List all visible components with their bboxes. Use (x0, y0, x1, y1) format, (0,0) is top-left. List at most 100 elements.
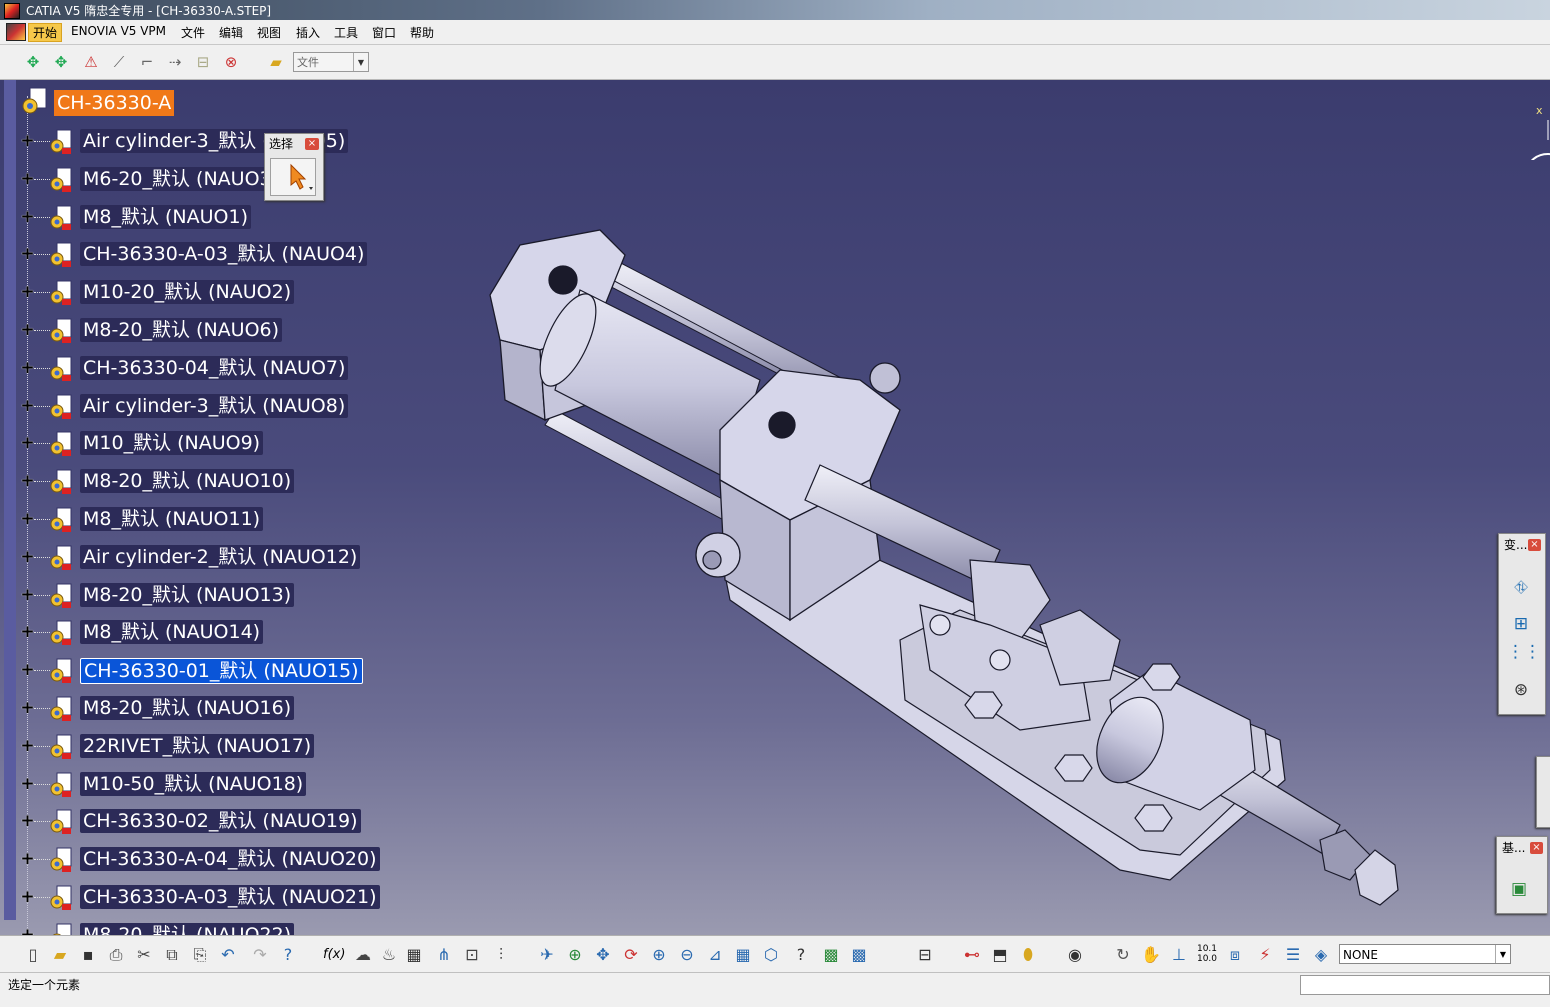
knowledge-icon[interactable]: ♨ (378, 944, 400, 966)
tree-node-label[interactable]: M8_默认 (NAUO14) (80, 620, 264, 644)
tree-node-label[interactable]: CH-36330-A-03_默认 (NAUO4) (80, 242, 368, 266)
menu-tools[interactable]: 工具 (334, 24, 358, 41)
base-palette[interactable]: 基... × ▣ (1496, 836, 1548, 914)
product-icon[interactable] (48, 809, 74, 835)
scale-icon[interactable]: 10.1 10.0 (1196, 944, 1218, 966)
comment-icon[interactable]: ☁ (352, 944, 374, 966)
3d-viewport[interactable]: CH-36330-A Air cylinder-3_默认 (NAUO5)M6-2… (0, 80, 1550, 935)
render-icon[interactable]: ◈ (1310, 944, 1332, 966)
product-icon[interactable] (48, 167, 74, 193)
formula-icon[interactable]: f(x) (323, 944, 345, 966)
paste-icon[interactable]: ⎘ (189, 944, 211, 966)
tree-node-label[interactable]: CH-36330-01_默认 (NAUO15) (80, 658, 363, 684)
expand-plus-icon[interactable] (20, 247, 35, 262)
render-style-combo[interactable]: NONE ▼ (1339, 944, 1511, 964)
tree-node-label[interactable]: M10-20_默认 (NAUO2) (80, 280, 295, 304)
product-icon[interactable] (48, 129, 74, 155)
product-icon[interactable] (48, 847, 74, 873)
catalog-browser-icon[interactable]: ⊟ (914, 944, 936, 966)
menu-start[interactable]: 开始 (28, 23, 63, 42)
expand-plus-icon[interactable] (20, 663, 35, 678)
close-icon[interactable]: × (305, 138, 319, 150)
expand-plus-icon[interactable] (20, 814, 35, 829)
fly-icon[interactable]: ✈ (536, 944, 558, 966)
tree-node-label[interactable]: M8-20_默认 (NAUO13) (80, 583, 295, 607)
transform-palette[interactable]: 变... × ⛗ ⊞ ⋮⋮ ⊛ (1498, 533, 1546, 715)
product-icon[interactable] (48, 923, 74, 935)
rotate-icon[interactable]: ⟳ (620, 944, 642, 966)
expand-plus-icon[interactable] (20, 323, 35, 338)
iso-view-icon[interactable]: ⬡ (760, 944, 782, 966)
tree-node-label[interactable]: M8_默认 (NAUO1) (80, 205, 252, 229)
menu-enovia[interactable]: ENOVIA V5 VPM (71, 24, 166, 38)
expand-plus-icon[interactable] (20, 474, 35, 489)
expand-plus-icon[interactable] (20, 285, 35, 300)
open-folder-icon[interactable]: ▰ (265, 51, 287, 73)
expand-plus-icon[interactable] (20, 210, 35, 225)
command-input[interactable] (1300, 975, 1550, 995)
graph-tree-icon[interactable]: ⋔ (433, 944, 455, 966)
reset-icon[interactable]: ⚠ (80, 51, 102, 73)
tree-node-label[interactable]: CH-36330-02_默认 (NAUO19) (80, 809, 361, 833)
product-icon[interactable] (48, 583, 74, 609)
tree-node-label[interactable]: M10-50_默认 (NAUO18) (80, 772, 307, 796)
move-component-icon[interactable]: ⛗ (1507, 574, 1535, 602)
product-icon[interactable] (48, 772, 74, 798)
tree-node-label[interactable]: Air cylinder-3_默认 (NAUO8) (80, 394, 349, 418)
new-component-icon[interactable]: ▣ (1505, 875, 1533, 903)
tree-node-label[interactable]: M10_默认 (NAUO9) (80, 431, 264, 455)
select-arrow-button[interactable] (270, 158, 316, 196)
zoom-in-icon[interactable]: ⊕ (648, 944, 670, 966)
product-icon[interactable] (48, 658, 74, 684)
3d-section-icon[interactable]: ⧈ (1224, 944, 1246, 966)
tree-node-label[interactable]: CH-36330-A-04_默认 (NAUO20) (80, 847, 380, 871)
snap-components-icon[interactable]: ⊞ (1507, 610, 1535, 638)
menu-insert[interactable]: 插入 (296, 24, 320, 41)
update-icon[interactable]: ↻ (1112, 944, 1134, 966)
manipulation-icon[interactable]: ✥ (22, 51, 44, 73)
product-icon[interactable] (48, 356, 74, 382)
expand-plus-icon[interactable] (20, 739, 35, 754)
tree-node-label[interactable]: CH-36330-04_默认 (NAUO7) (80, 356, 349, 380)
compass-icon[interactable]: x (1526, 100, 1550, 160)
tree-node-label[interactable]: 22RIVET_默认 (NAUO17) (80, 734, 315, 758)
product-icon[interactable] (48, 431, 74, 457)
catalog-icon[interactable]: ⊗ (220, 51, 242, 73)
open-icon[interactable]: ▰ (49, 944, 71, 966)
expand-plus-icon[interactable] (20, 134, 35, 149)
explode-icon[interactable]: ⊛ (1507, 676, 1535, 704)
product-icon[interactable] (48, 620, 74, 646)
catia-app-icon[interactable] (4, 3, 20, 19)
product-icon[interactable] (48, 205, 74, 231)
tree-node-label[interactable]: Air cylinder-2_默认 (NAUO12) (80, 545, 361, 569)
redo-icon[interactable]: ↷ (249, 944, 271, 966)
expand-plus-icon[interactable] (20, 361, 35, 376)
product-icon[interactable] (48, 885, 74, 911)
expand-plus-icon[interactable] (20, 588, 35, 603)
lock-icon[interactable]: ⊡ (461, 944, 483, 966)
tree-node-label[interactable]: CH-36330-A-03_默认 (NAUO21) (80, 885, 380, 909)
snap-icon[interactable]: ✥ (50, 51, 72, 73)
close-icon[interactable]: × (1528, 539, 1541, 551)
cut-icon[interactable]: ✂ (133, 944, 155, 966)
expand-plus-icon[interactable] (20, 512, 35, 527)
expand-plus-icon[interactable] (20, 852, 35, 867)
expand-plus-icon[interactable] (20, 890, 35, 905)
partial-palette[interactable] (1536, 756, 1550, 828)
expand-plus-icon[interactable] (20, 436, 35, 451)
fit-all-icon[interactable]: ⊕ (564, 944, 586, 966)
properties-icon[interactable]: ⫶ (490, 944, 512, 966)
whats-this-icon[interactable]: ? (277, 944, 299, 966)
tree-node-label[interactable]: M8_默认 (NAUO11) (80, 507, 264, 531)
zoom-out-icon[interactable]: ⊖ (676, 944, 698, 966)
product-root-icon[interactable] (20, 86, 50, 116)
axis-icon[interactable]: ⊥ (1168, 944, 1190, 966)
product-icon[interactable] (48, 318, 74, 344)
pan-icon[interactable]: ✥ (592, 944, 614, 966)
tree-node-label[interactable]: M6-20_默认 (NAUO3) (80, 167, 283, 191)
grid-pattern-icon[interactable]: ⋮⋮ (1507, 638, 1541, 666)
product-icon[interactable] (48, 507, 74, 533)
product-icon[interactable] (48, 394, 74, 420)
tree-node-label[interactable]: M8-20_默认 (NAUO10) (80, 469, 295, 493)
constraint-icon[interactable]: ⌐ (136, 51, 158, 73)
